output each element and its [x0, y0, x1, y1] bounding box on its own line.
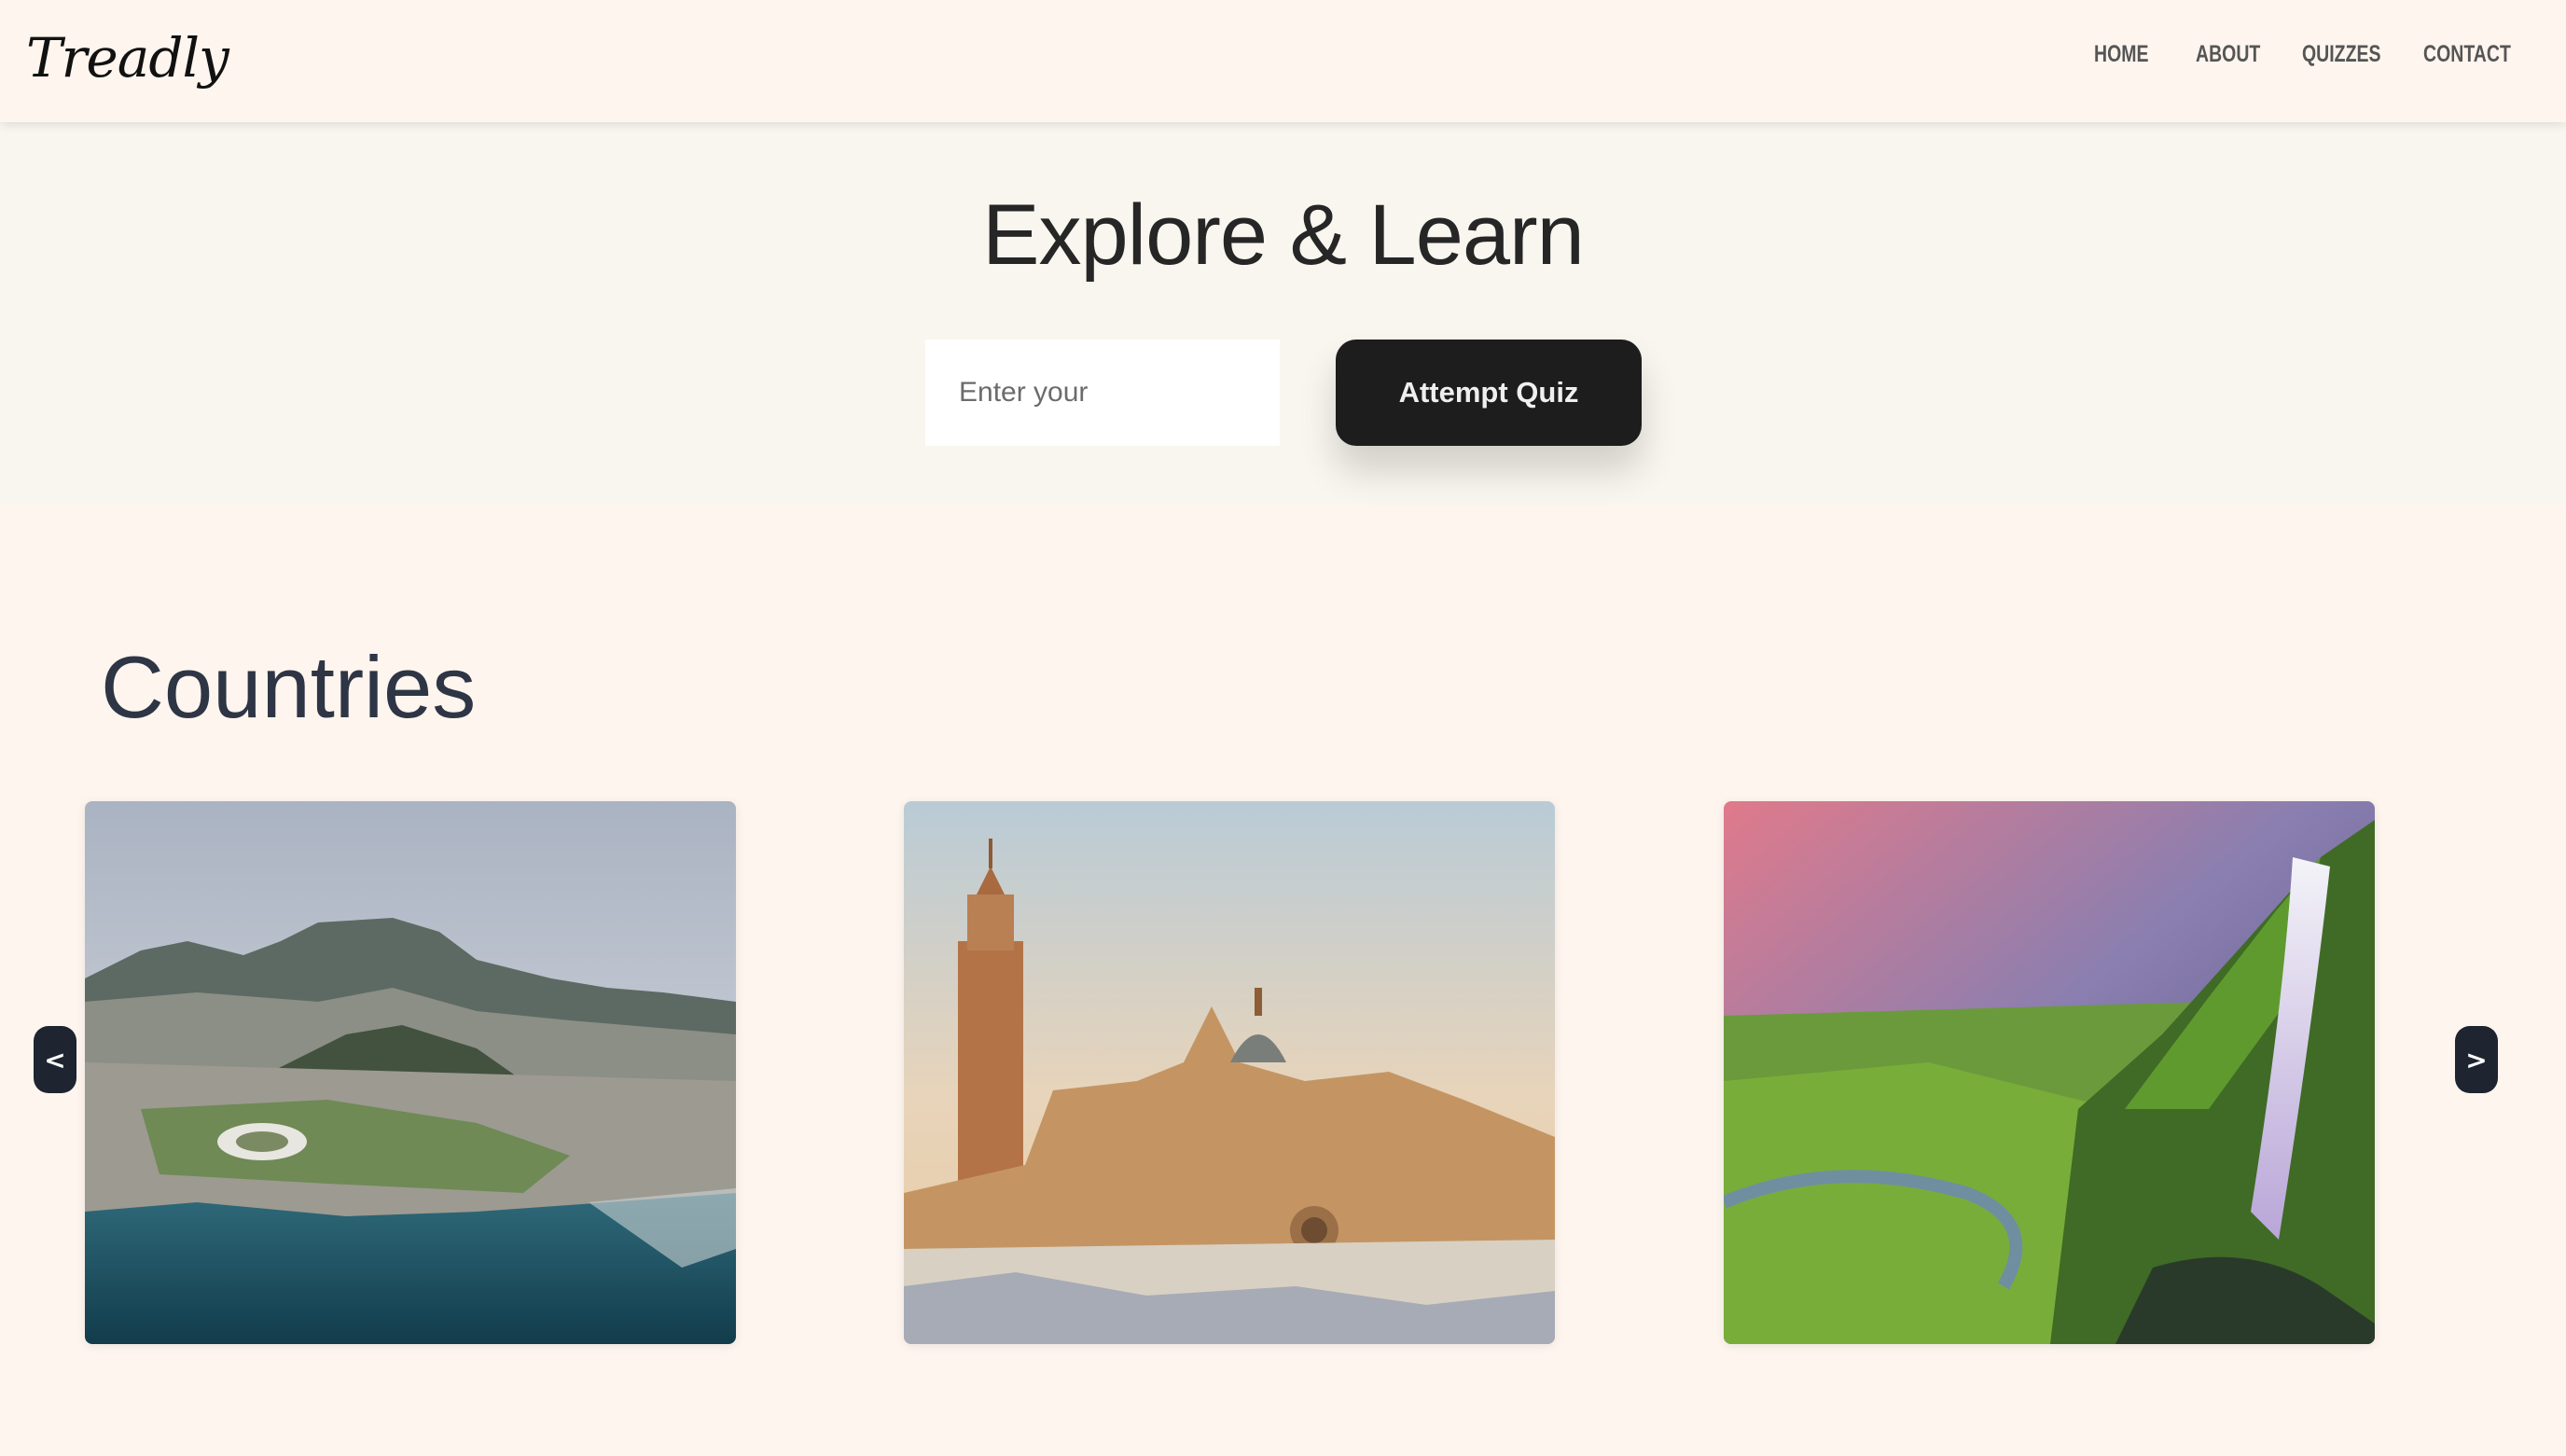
- country-card[interactable]: [904, 801, 1555, 1344]
- countries-heading: Countries: [101, 638, 477, 736]
- nav-home-link[interactable]: HOME: [2094, 41, 2149, 68]
- nav-quizzes-link[interactable]: QUIZZES: [2302, 41, 2381, 68]
- site-header: Treadly HOME ABOUT QUIZZES CONTACT: [0, 0, 2566, 122]
- country-card[interactable]: [1724, 801, 2375, 1344]
- carousel-next-button[interactable]: >: [2455, 1026, 2498, 1093]
- hero-title: Explore & Learn: [982, 187, 1585, 283]
- hero-section: Explore & Learn Attempt Quiz: [0, 122, 2566, 505]
- attempt-quiz-button[interactable]: Attempt Quiz: [1336, 340, 1642, 446]
- cape-town-aerial-photo: [85, 801, 736, 1344]
- brand-logo[interactable]: Treadly: [26, 21, 229, 95]
- carousel-prev-button[interactable]: <: [34, 1026, 76, 1093]
- nav-about-link[interactable]: ABOUT: [2196, 41, 2260, 68]
- seville-cathedral-photo: [904, 801, 1555, 1344]
- country-card[interactable]: [85, 801, 736, 1344]
- nav-contact-link[interactable]: CONTACT: [2423, 41, 2511, 68]
- waterfall-landscape-photo: [1724, 801, 2375, 1344]
- name-input[interactable]: [925, 340, 1280, 446]
